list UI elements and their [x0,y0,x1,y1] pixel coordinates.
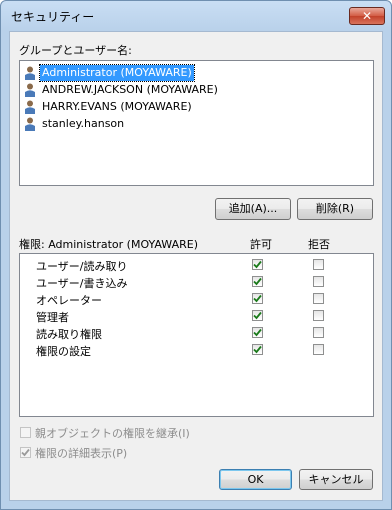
check-icon [253,260,262,269]
permission-row: 読み取り権限 [20,325,373,342]
user-list-item[interactable]: Administrator (MOYAWARE) [24,64,195,82]
title-bar: セキュリティー ✕ [1,1,391,31]
permission-row: ユーザー/書き込み [20,274,373,291]
permission-row: オペレーター [20,291,373,308]
permission-name: 読み取り権限 [36,328,102,341]
groups-users-label: グループとユーザー名: [19,44,132,57]
user-list-item[interactable]: stanley.hanson [24,116,126,132]
permission-name: オペレーター [36,294,102,307]
close-button[interactable]: ✕ [349,7,385,25]
check-icon [253,294,262,303]
check-icon [21,448,30,457]
allow-checkbox[interactable] [252,259,263,270]
check-icon [253,277,262,286]
inherit-checkbox[interactable] [20,427,31,438]
check-icon [253,328,262,337]
user-icon [25,117,35,131]
user-name: Administrator (MOYAWARE) [39,64,195,82]
deny-column-header: 拒否 [308,238,330,251]
deny-checkbox[interactable] [313,293,324,304]
permissions-header: 権限: Administrator (MOYAWARE) [19,238,198,251]
user-list-item[interactable]: HARRY.EVANS (MOYAWARE) [24,99,194,115]
check-icon [253,345,262,354]
deny-checkbox[interactable] [313,327,324,338]
allow-checkbox[interactable] [252,327,263,338]
ok-button[interactable]: OK [219,469,292,490]
user-icon [25,100,35,114]
permission-name: ユーザー/書き込み [36,277,128,290]
permission-row: ユーザー/読み取り [20,257,373,274]
user-name: ANDREW.JACKSON (MOYAWARE) [42,83,218,96]
allow-column-header: 許可 [250,238,272,251]
user-list-item[interactable]: ANDREW.JACKSON (MOYAWARE) [24,82,220,98]
cancel-button[interactable]: キャンセル [299,469,373,490]
details-label: 権限の詳細表示(P) [35,447,128,460]
permission-name: ユーザー/読み取り [36,260,128,273]
dialog-title: セキュリティー [11,10,95,24]
allow-checkbox[interactable] [252,276,263,287]
user-name: HARRY.EVANS (MOYAWARE) [42,100,192,113]
deny-checkbox[interactable] [313,276,324,287]
permissions-list: ユーザー/読み取り ユーザー/書き込み オペレーター 管理者 読み取り権限 権限… [19,253,374,417]
permission-name: 権限の設定 [36,345,91,358]
deny-checkbox[interactable] [313,344,324,355]
user-icon [25,66,35,80]
user-icon [25,83,35,97]
details-checkbox[interactable] [20,447,31,458]
user-name: stanley.hanson [42,117,125,130]
close-icon: ✕ [361,9,373,23]
allow-checkbox[interactable] [252,293,263,304]
permission-name: 管理者 [36,311,69,324]
dialog-body: グループとユーザー名: Administrator (MOYAWARE) AND… [9,31,383,501]
deny-checkbox[interactable] [313,259,324,270]
users-listbox[interactable]: Administrator (MOYAWARE) ANDREW.JACKSON … [19,60,374,186]
permission-row: 権限の設定 [20,342,373,359]
allow-checkbox[interactable] [252,310,263,321]
permission-row: 管理者 [20,308,373,325]
inherit-label: 親オブジェクトの権限を継承(I) [35,427,190,440]
check-icon [253,311,262,320]
remove-button[interactable]: 削除(R) [297,198,373,220]
allow-checkbox[interactable] [252,344,263,355]
add-button[interactable]: 追加(A)... [215,198,291,220]
security-dialog: セキュリティー ✕ グループとユーザー名: Administrator (MOY… [0,0,392,510]
deny-checkbox[interactable] [313,310,324,321]
